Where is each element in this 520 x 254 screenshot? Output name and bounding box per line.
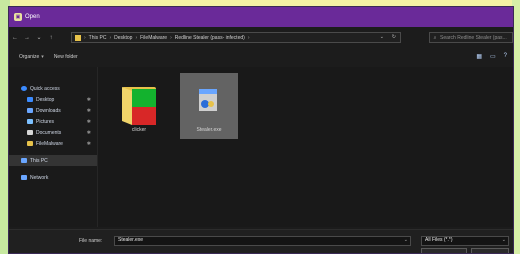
sidebar-item-documents[interactable]: Documents ✱ <box>9 127 97 138</box>
chevron-down-icon[interactable]: ⌄ <box>502 237 506 243</box>
search-box[interactable]: ⌕ Search Redline Stealer (pas... <box>429 32 513 43</box>
file-type-select[interactable]: All Files (*.*) ⌄ <box>421 236 509 246</box>
chevron-right-icon: › <box>170 34 172 41</box>
breadcrumb-this-pc[interactable]: This PC <box>89 35 107 41</box>
pin-icon: ✱ <box>86 118 91 125</box>
chevron-right-icon: › <box>109 34 112 41</box>
pin-icon: ✱ <box>86 129 91 136</box>
download-icon <box>27 108 33 113</box>
file-name-label: Stealer.exe <box>196 127 222 133</box>
star-icon <box>21 86 27 91</box>
search-placeholder: Search Redline Stealer (pas... <box>440 34 507 41</box>
breadcrumb-filemalware[interactable]: FileMalware <box>140 35 167 41</box>
preview-pane-icon[interactable]: ▭ <box>490 53 496 60</box>
cancel-button[interactable] <box>471 248 509 253</box>
sidebar-item-label: Downloads <box>36 107 61 114</box>
view-options-icon[interactable]: ▦ <box>476 53 482 60</box>
titlebar: ▣ Open <box>9 7 513 27</box>
forward-button[interactable]: → <box>21 35 33 41</box>
address-dropdown-button[interactable]: ⌄ <box>380 34 384 40</box>
breadcrumb-redline[interactable]: Redline Stealer (pass- infected) <box>175 35 245 41</box>
sidebar-item-downloads[interactable]: Downloads ✱ <box>9 105 97 116</box>
sidebar-item-label: Pictures <box>36 118 55 125</box>
pin-icon: ✱ <box>86 140 91 147</box>
refresh-button[interactable]: ↻ <box>392 34 396 40</box>
dropdown-icon[interactable]: ⌄ <box>33 34 45 41</box>
breadcrumb-desktop[interactable]: Desktop <box>114 35 132 41</box>
folder-icon <box>27 141 33 146</box>
open-dialog: ▣ Open ← → ⌄ ↑ › This PC › Desktop › Fil… <box>8 6 514 254</box>
navigation-pane: Quick access Desktop ✱ Downloads ✱ Pictu… <box>9 67 98 227</box>
file-tile-exe[interactable]: Stealer.exe <box>180 73 238 139</box>
sidebar-item-label: Network <box>30 174 49 181</box>
file-name-label: clicker <box>131 127 147 133</box>
sidebar-item-filemalware[interactable]: FileMalware ✱ <box>9 138 97 149</box>
exe-icon <box>199 89 217 111</box>
sidebar-item-desktop[interactable]: Desktop ✱ <box>9 94 97 105</box>
documents-icon <box>27 130 33 135</box>
sidebar-item-label: Desktop <box>36 96 55 103</box>
sidebar-item-quick-access[interactable]: Quick access <box>9 83 97 94</box>
pin-icon: ✱ <box>86 107 91 114</box>
folder-icon <box>122 87 156 125</box>
file-type-value: All Files (*.*) <box>425 237 453 243</box>
pictures-icon <box>27 119 33 124</box>
organize-button[interactable]: Organize <box>19 54 39 60</box>
chevron-down-icon: ▾ <box>41 54 44 60</box>
new-folder-button[interactable]: New folder <box>54 54 78 60</box>
chevron-right-icon: › <box>84 34 86 41</box>
file-tile-folder[interactable]: clicker <box>110 73 168 139</box>
sidebar-item-pictures[interactable]: Pictures ✱ <box>9 116 97 127</box>
sidebar-item-label: Documents <box>36 129 62 136</box>
sidebar-item-network[interactable]: Network <box>9 172 97 183</box>
dialog-icon: ▣ <box>14 13 22 21</box>
bottom-bar: File name: Stealer.exe ⌄ All Files (*.*)… <box>9 229 513 253</box>
toolbar: Organize ▾ New folder ▦ ▭ ? <box>9 49 513 65</box>
sidebar-item-label: FileMalware <box>36 140 63 147</box>
chevron-right-icon: › <box>247 34 250 41</box>
file-list: clicker Stealer.exe <box>98 67 513 227</box>
view-controls: ▦ ▭ ? <box>476 53 507 60</box>
file-name-label: File name: <box>79 238 103 244</box>
pin-icon: ✱ <box>86 96 91 103</box>
search-icon: ⌕ <box>433 34 437 41</box>
back-button[interactable]: ← <box>9 35 21 41</box>
pc-icon <box>21 158 27 163</box>
chevron-down-icon[interactable]: ⌄ <box>404 237 408 243</box>
navigation-bar: ← → ⌄ ↑ › This PC › Desktop › FileMalwar… <box>9 29 513 46</box>
open-button[interactable] <box>421 248 467 253</box>
sidebar-item-label: This PC <box>30 157 48 164</box>
sidebar-item-label: Quick access <box>30 85 60 92</box>
sidebar-item-this-pc[interactable]: This PC <box>9 155 97 166</box>
chevron-right-icon: › <box>135 34 138 41</box>
file-name-field[interactable]: Stealer.exe ⌄ <box>114 236 411 246</box>
window-title: Open <box>25 14 40 20</box>
address-bar[interactable]: › This PC › Desktop › FileMalware › Redl… <box>71 32 401 43</box>
up-button[interactable]: ↑ <box>45 35 57 41</box>
folder-icon <box>75 34 81 41</box>
file-name-value: Stealer.exe <box>118 237 144 243</box>
network-icon <box>21 175 27 180</box>
desktop-icon <box>27 97 33 102</box>
help-icon[interactable]: ? <box>504 53 507 60</box>
